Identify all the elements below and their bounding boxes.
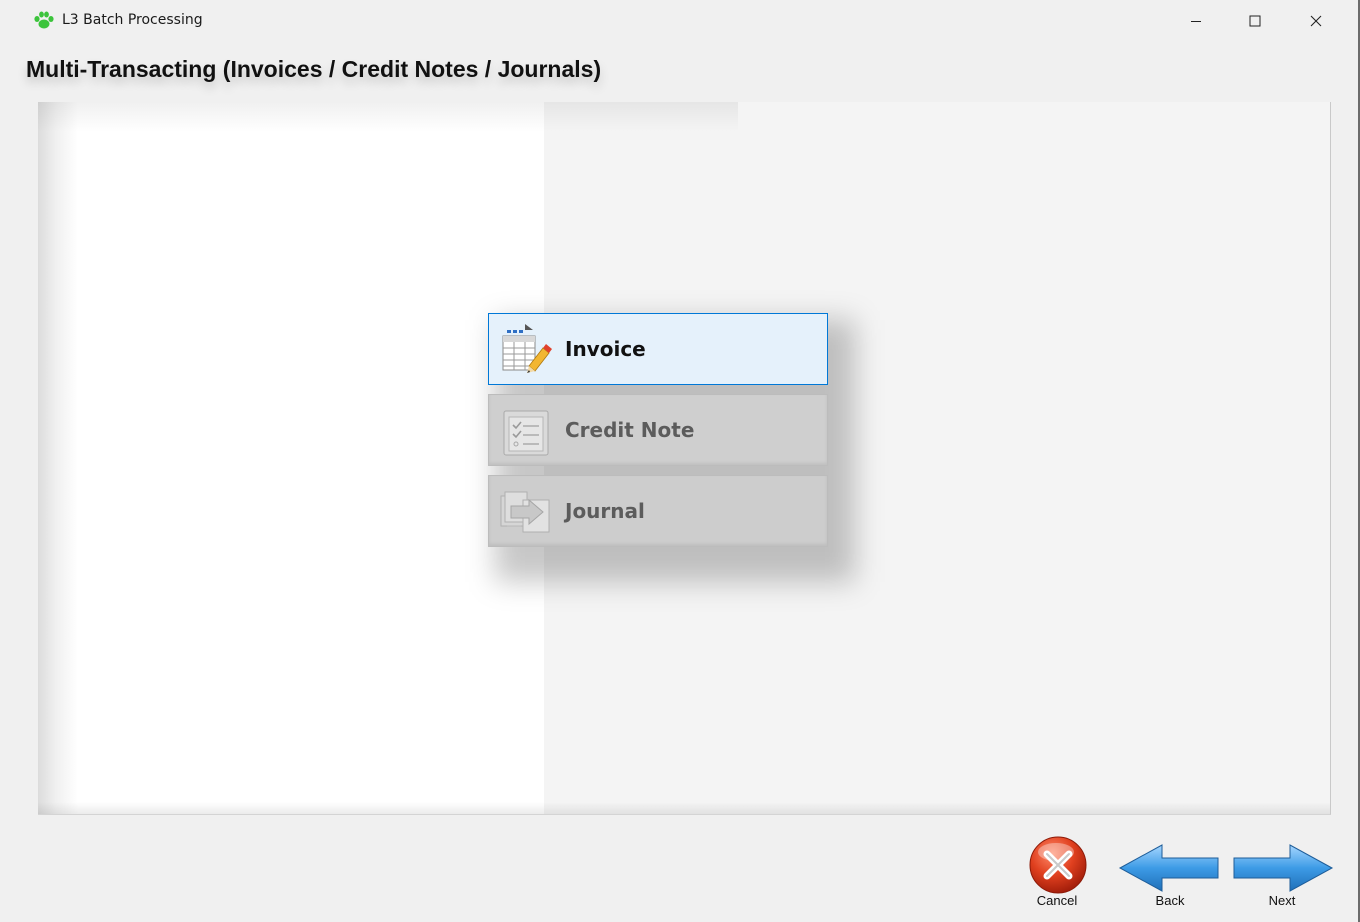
app-window: L3 Batch Processing Multi-Transacting (I… (0, 0, 1360, 922)
journal-label: Journal (565, 499, 645, 523)
next-button[interactable]: Next (1230, 836, 1334, 912)
panel-bottom-shadow (38, 802, 1330, 814)
credit-note-label: Credit Note (565, 418, 695, 442)
minimize-icon (1190, 15, 1202, 27)
close-icon (1310, 15, 1322, 27)
back-button[interactable]: Back (1118, 836, 1222, 912)
back-label: Back (1155, 893, 1185, 908)
paw-icon (33, 10, 55, 30)
panel-left-area (38, 102, 544, 814)
checklist-icon (499, 403, 553, 459)
page-title: Multi-Transacting (Invoices / Credit Not… (26, 56, 602, 82)
next-arrow-icon (1230, 844, 1334, 897)
panel-top-shadow (38, 102, 738, 132)
invoice-label: Invoice (565, 337, 646, 361)
next-label: Next (1268, 893, 1296, 908)
cancel-button[interactable]: Cancel (1024, 836, 1090, 912)
close-button[interactable] (1293, 0, 1339, 42)
invoice-option[interactable]: Invoice (488, 313, 828, 385)
journal-icon (499, 484, 553, 540)
credit-note-option[interactable]: Credit Note (488, 394, 828, 466)
minimize-button[interactable] (1173, 0, 1219, 42)
maximize-icon (1249, 15, 1261, 27)
cancel-label: Cancel (1036, 893, 1078, 908)
window-title: L3 Batch Processing (62, 12, 203, 28)
maximize-button[interactable] (1232, 0, 1278, 42)
invoice-edit-icon (499, 322, 553, 378)
cancel-icon (1024, 836, 1090, 899)
back-arrow-icon (1118, 844, 1222, 897)
journal-option[interactable]: Journal (488, 475, 828, 547)
title-bar[interactable]: L3 Batch Processing (0, 0, 1358, 42)
